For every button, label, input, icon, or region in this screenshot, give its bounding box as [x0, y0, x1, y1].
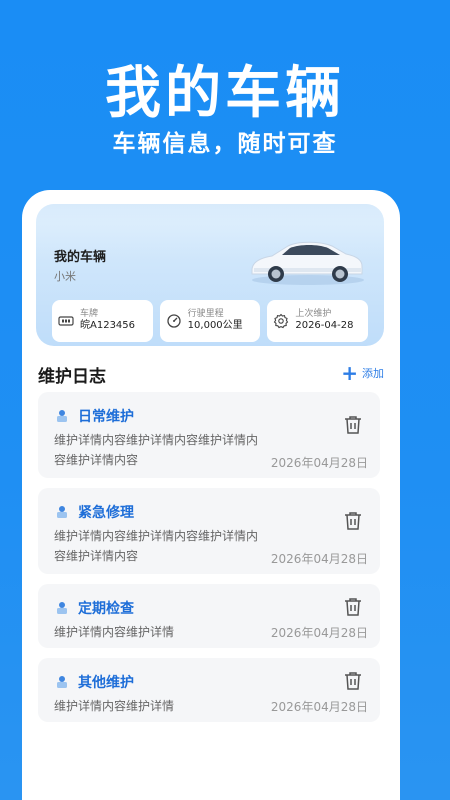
- plate-label: 车牌: [80, 309, 99, 320]
- phone-screen: 我的车辆 小米 车牌 皖A123456 行驶里程 10,000公里 上次维护 2…: [22, 190, 400, 800]
- log-card-other[interactable]: 其他维护 维护详情内容维护详情 2026年04月28日: [38, 658, 380, 722]
- log-detail: 维护详情内容维护详情: [54, 625, 175, 639]
- trash-icon[interactable]: [342, 510, 364, 532]
- settings-icon: [273, 313, 289, 329]
- section-title: 维护日志: [38, 367, 106, 387]
- log-title: 其他维护: [78, 675, 134, 691]
- plate-icon: [58, 313, 74, 329]
- log-card-inspection[interactable]: 定期检查 维护详情内容维护详情 2026年04月28日: [38, 584, 380, 648]
- plus-icon: +: [341, 361, 358, 385]
- maintenance-icon: [57, 506, 67, 518]
- trash-icon[interactable]: [342, 596, 364, 618]
- log-detail: 维护详情内容维护详情内容维护详情内容维护详情内容: [54, 529, 259, 563]
- speedometer-icon: [166, 313, 182, 329]
- log-detail: 维护详情内容维护详情: [54, 699, 175, 713]
- hero-subtitle: 车辆信息，随时可查: [112, 131, 338, 157]
- mileage-label: 行驶里程: [187, 309, 224, 320]
- log-card-daily[interactable]: 日常维护 维护详情内容维护详情内容维护详情内容维护详情内容 2026年04月28…: [38, 392, 380, 478]
- log-card-emergency[interactable]: 紧急修理 维护详情内容维护详情内容维护详情内容维护详情内容 2026年04月28…: [38, 488, 380, 574]
- plate-value: 皖A123456: [80, 320, 136, 332]
- log-detail: 维护详情内容维护详情内容维护详情内容维护详情内容: [54, 433, 259, 467]
- trash-icon[interactable]: [342, 414, 364, 436]
- maintenance-log-header: 维护日志 + 添加: [38, 361, 384, 387]
- add-label: 添加: [362, 367, 384, 380]
- log-date: 2026年04月28日: [270, 552, 368, 566]
- maintenance-icon: [57, 602, 67, 614]
- log-title: 紧急修理: [78, 505, 134, 521]
- mileage-box: 行驶里程 10,000公里: [159, 300, 261, 342]
- vehicle-title: 我的车辆: [54, 250, 107, 265]
- last-service-label: 上次维护: [295, 309, 332, 320]
- maintenance-icon: [57, 676, 67, 688]
- log-date: 2026年04月28日: [270, 456, 368, 470]
- last-service-value: 2026-04-28: [295, 320, 354, 332]
- trash-icon[interactable]: [342, 670, 364, 692]
- last-service-box: 上次维护 2026-04-28: [267, 300, 369, 342]
- vehicle-brand: 小米: [54, 270, 76, 283]
- car-image: [251, 241, 364, 285]
- log-date: 2026年04月28日: [270, 700, 368, 714]
- maintenance-log-list: 日常维护 维护详情内容维护详情内容维护详情内容维护详情内容 2026年04月28…: [38, 392, 380, 732]
- vehicle-card[interactable]: 我的车辆 小米 车牌 皖A123456 行驶里程 10,000公里 上次维护 2…: [36, 204, 384, 346]
- maintenance-icon: [57, 410, 67, 422]
- plate-box: 车牌 皖A123456: [52, 300, 153, 342]
- status-fade: [36, 204, 384, 226]
- hero-title: 我的车辆: [105, 61, 345, 126]
- log-date: 2026年04月28日: [270, 626, 368, 640]
- vehicle-info-row: 车牌 皖A123456 行驶里程 10,000公里 上次维护 2026-04-2…: [52, 300, 369, 342]
- log-title: 定期检查: [78, 601, 134, 617]
- mileage-value: 10,000公里: [187, 320, 243, 332]
- add-log-button[interactable]: + 添加: [341, 361, 384, 385]
- log-title: 日常维护: [78, 409, 134, 425]
